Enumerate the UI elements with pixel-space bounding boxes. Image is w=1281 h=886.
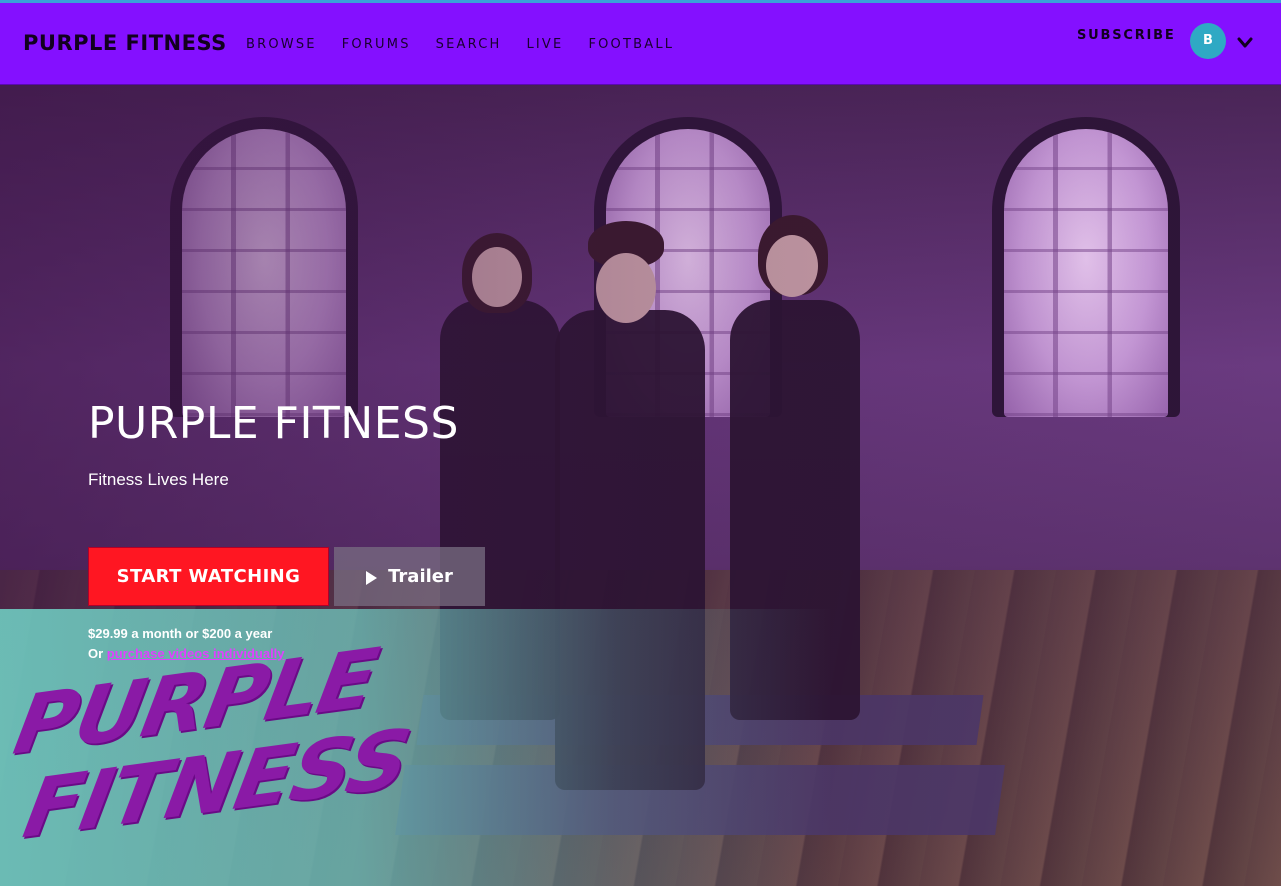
nav-browse[interactable]: BROWSE: [246, 37, 317, 52]
hero-tagline: Fitness Lives Here: [88, 470, 229, 489]
hero-section: PURPLE FITNESS Fitness Lives Here START …: [0, 85, 1281, 886]
avatar[interactable]: B: [1190, 23, 1226, 59]
subscribe-link[interactable]: SUBSCRIBE: [1077, 28, 1176, 43]
chevron-down-icon[interactable]: [1237, 37, 1253, 49]
brand-logo[interactable]: PURPLE FITNESS: [23, 31, 227, 55]
trailer-button[interactable]: Trailer: [334, 547, 485, 606]
price-text: $29.99 a month or $200 a year: [88, 626, 273, 641]
main-nav: BROWSE FORUMS SEARCH LIVE FOOTBALL: [246, 37, 699, 52]
trailer-label: Trailer: [388, 566, 453, 587]
purple-fitness-logo-art: PURPLE FITNESS: [7, 631, 415, 885]
start-watching-button[interactable]: START WATCHING: [88, 547, 329, 606]
nav-search[interactable]: SEARCH: [436, 37, 502, 52]
play-icon: [366, 570, 378, 585]
start-watching-label: START WATCHING: [116, 566, 301, 587]
nav-football[interactable]: FOOTBALL: [588, 37, 674, 52]
top-navbar: PURPLE FITNESS BROWSE FORUMS SEARCH LIVE…: [0, 3, 1281, 85]
nav-live[interactable]: LIVE: [526, 37, 563, 52]
nav-forums[interactable]: FORUMS: [342, 37, 411, 52]
hero-title: PURPLE FITNESS: [88, 398, 459, 449]
